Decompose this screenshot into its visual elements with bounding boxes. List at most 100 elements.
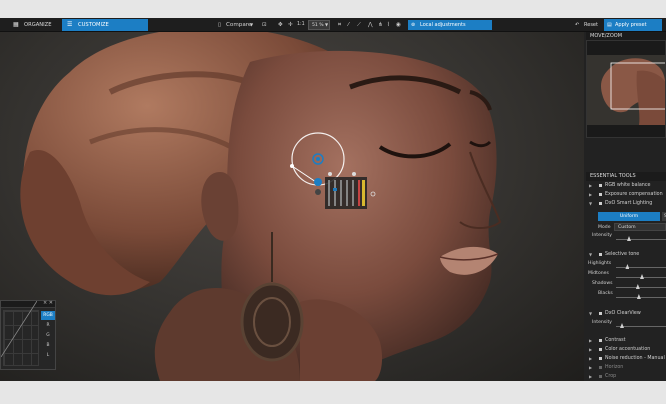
- essential-tools-title: ESSENTIAL TOOLS: [586, 172, 666, 181]
- collapse-arrow-icon[interactable]: ▼: [589, 199, 592, 208]
- tool-label: DxO ClearView: [605, 311, 641, 316]
- channel-r[interactable]: R: [41, 321, 55, 330]
- midtones-slider[interactable]: Midtones: [586, 271, 666, 281]
- fit-icon[interactable]: ⊡: [262, 20, 267, 30]
- tool-enable-checkbox[interactable]: [599, 375, 602, 378]
- tool-dxo-smart-lighting[interactable]: ▼ DxO Smart Lighting: [586, 199, 666, 208]
- tool-enable-checkbox[interactable]: [599, 366, 602, 369]
- tool-exposure-compensation[interactable]: ▶ Exposure compensation: [586, 190, 666, 199]
- shadows-label: Shadows: [592, 281, 613, 286]
- mode-uniform-button[interactable]: Uniform: [598, 212, 660, 221]
- tool-enable-checkbox[interactable]: [599, 348, 602, 351]
- tool-rgb-white-balance[interactable]: ▶ RGB white balance: [586, 181, 666, 190]
- reset-button[interactable]: ↶ Reset: [575, 20, 598, 30]
- tool-label: RGB white balance: [605, 183, 651, 188]
- horizon-icon[interactable]: ⟋: [357, 20, 361, 30]
- apply-preset-label: Apply preset: [615, 22, 647, 28]
- tab-customize[interactable]: ☰ CUSTOMIZE: [62, 19, 148, 31]
- channel-l[interactable]: L: [41, 351, 55, 360]
- expand-arrow-icon[interactable]: ▶: [589, 181, 592, 190]
- tool-label: Exposure compensation: [605, 192, 663, 197]
- tool-noise-reduction[interactable]: ▶ Noise reduction - Manual: [586, 354, 666, 363]
- zoom-dropdown-icon[interactable]: ▼: [325, 20, 328, 30]
- mode-select[interactable]: Custom: [614, 223, 666, 231]
- grid-icon: ▦: [13, 21, 19, 28]
- collapse-arrow-icon[interactable]: ▼: [589, 250, 592, 259]
- local-adjustments-icon: ⊚: [411, 22, 416, 28]
- slider-track[interactable]: [616, 287, 666, 288]
- compare-button[interactable]: Compare: [226, 20, 251, 30]
- move-zoom-navigator[interactable]: [586, 40, 666, 138]
- navigator-thumbnail: [587, 41, 665, 137]
- tool-color-accentuation[interactable]: ▶ Color accentuation: [586, 345, 666, 354]
- expand-arrow-icon[interactable]: ▶: [589, 345, 592, 354]
- tool-crop[interactable]: ▶ Crop: [586, 372, 666, 381]
- eyedropper-icon[interactable]: ⁄: [348, 20, 349, 30]
- tool-enable-checkbox[interactable]: [599, 253, 602, 256]
- tool-label: Contrast: [605, 338, 626, 343]
- midtones-label: Midtones: [588, 271, 609, 276]
- slider-track[interactable]: [616, 239, 666, 240]
- smart-lighting-intensity-slider[interactable]: Intensity: [586, 233, 666, 243]
- shadows-slider[interactable]: Shadows: [586, 281, 666, 291]
- tool-dxo-clearview[interactable]: ▼ DxO ClearView: [586, 309, 666, 318]
- collapse-arrow-icon[interactable]: ▼: [589, 309, 592, 318]
- tool-enable-checkbox[interactable]: [599, 312, 602, 315]
- compare-dropdown-icon[interactable]: ▼: [250, 20, 253, 30]
- red-eye-icon[interactable]: ⋔: [378, 20, 383, 30]
- tool-enable-checkbox[interactable]: [599, 357, 602, 360]
- local-adjustments-button[interactable]: ⊚ Local adjustments: [408, 20, 492, 30]
- repair-icon[interactable]: ⌇: [387, 20, 390, 30]
- right-panel: MOVE/ZOOM ESSENTIAL TOOLS ▶ RGB white ba…: [584, 32, 666, 381]
- move-zoom-title: MOVE/ZOOM: [586, 32, 666, 40]
- clearview-intensity-slider[interactable]: Intensity: [586, 320, 666, 330]
- app-window: ▦ ORGANIZE ☰ CUSTOMIZE ▯ Compare ▼ ⊡ ✥ ✛…: [0, 18, 666, 381]
- tone-curve-panel[interactable]: × ✕ RGB R G B L: [0, 300, 56, 370]
- local-adjustments-label: Local adjustments: [420, 22, 466, 28]
- portrait-photo: [20, 32, 502, 381]
- tab-organize[interactable]: ▦ ORGANIZE: [8, 19, 56, 31]
- move-icon[interactable]: ✛: [288, 20, 293, 30]
- channel-rgb[interactable]: RGB: [41, 311, 55, 320]
- highlights-slider[interactable]: Highlights: [586, 261, 666, 271]
- tool-selective-tone[interactable]: ▼ Selective tone: [586, 250, 666, 259]
- mode-spot-button[interactable]: Sp: [662, 212, 666, 221]
- expand-arrow-icon[interactable]: ▶: [589, 336, 592, 345]
- perspective-icon[interactable]: ⋀: [368, 20, 373, 30]
- reset-icon: ↶: [575, 22, 580, 28]
- tool-enable-checkbox[interactable]: [599, 339, 602, 342]
- blacks-slider[interactable]: Blacks: [586, 291, 666, 301]
- tool-label: Crop: [605, 374, 617, 379]
- top-toolbar: ▦ ORGANIZE ☰ CUSTOMIZE ▯ Compare ▼ ⊡ ✥ ✛…: [0, 18, 666, 32]
- tab-customize-label: CUSTOMIZE: [78, 22, 109, 28]
- tool-label: Selective tone: [605, 252, 640, 257]
- highlights-label: Highlights: [588, 261, 612, 266]
- crop-icon[interactable]: ⌗: [338, 20, 341, 30]
- compare-icon[interactable]: ▯: [218, 20, 221, 30]
- eye-icon[interactable]: ◉: [396, 20, 401, 30]
- tool-enable-checkbox[interactable]: [599, 184, 602, 187]
- apply-preset-button[interactable]: ▤ Apply preset: [604, 19, 662, 31]
- slider-track[interactable]: [616, 297, 666, 298]
- tool-enable-checkbox[interactable]: [599, 193, 602, 196]
- smart-lighting-mode-toggle[interactable]: Uniform Sp: [598, 212, 666, 221]
- slider-track[interactable]: [616, 267, 666, 268]
- mode-label: Mode: [598, 225, 611, 230]
- hand-icon[interactable]: ✥: [278, 20, 283, 30]
- close-icon[interactable]: × ✕: [43, 300, 53, 306]
- tool-label: DxO Smart Lighting: [605, 201, 653, 206]
- tone-curve-line[interactable]: [1, 301, 37, 357]
- tool-label: Color accentuation: [605, 347, 651, 352]
- expand-arrow-icon[interactable]: ▶: [589, 363, 592, 372]
- zoom-ratio-button[interactable]: 1:1: [297, 20, 305, 30]
- tool-horizon[interactable]: ▶ Horizon: [586, 363, 666, 372]
- expand-arrow-icon[interactable]: ▶: [589, 190, 592, 199]
- tool-contrast[interactable]: ▶ Contrast: [586, 336, 666, 345]
- channel-b[interactable]: B: [41, 341, 55, 350]
- channel-g[interactable]: G: [41, 331, 55, 340]
- expand-arrow-icon[interactable]: ▶: [589, 372, 592, 381]
- image-viewer[interactable]: × ✕ RGB R G B L: [0, 32, 584, 381]
- tool-label: Horizon: [605, 365, 624, 370]
- tool-enable-checkbox[interactable]: [599, 202, 602, 205]
- expand-arrow-icon[interactable]: ▶: [589, 354, 592, 363]
